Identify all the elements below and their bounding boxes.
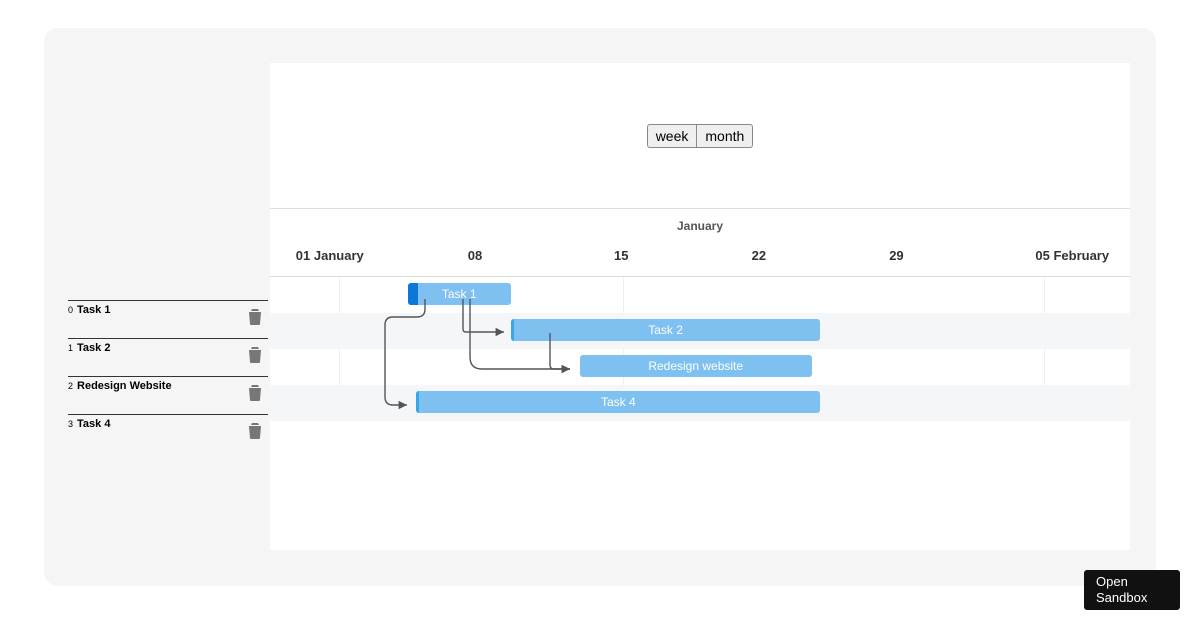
list-item-index: 2 [68,379,77,391]
open-sandbox-line2: Sandbox [1096,590,1168,606]
timeline-tick: 22 [752,248,766,263]
task-bar-task-4[interactable]: Task 4 [416,391,820,413]
trash-icon[interactable] [248,347,262,363]
gantt-row: Task 4 [270,385,1130,421]
task-bar-label: Task 2 [648,323,683,337]
timeline-ticks: 01 January 08 15 22 29 05 February [270,248,1130,268]
task-bar-label: Task 4 [601,395,636,409]
view-switch: week month [647,124,754,148]
task-bar-label: Redesign website [648,359,743,373]
list-item-name: Task 4 [77,417,110,430]
list-item: 3 Task 4 [68,414,268,452]
list-item-name: Task 1 [77,303,110,316]
gantt-chart: January 01 January 08 15 22 29 05 Februa… [270,209,1130,550]
view-week-button[interactable]: week [647,124,698,148]
timeline-tick: 08 [468,248,482,263]
timeline-header: January 01 January 08 15 22 29 05 Februa… [270,209,1130,277]
task-bar-task-2[interactable]: Task 2 [511,319,821,341]
trash-icon[interactable] [248,423,262,439]
list-item-index: 1 [68,341,77,353]
bar-resize-left[interactable] [511,319,514,341]
gantt-row: Task 1 [270,277,1130,313]
view-month-button[interactable]: month [697,124,753,148]
list-item-name: Task 2 [77,341,110,354]
gantt-row: Redesign website [270,349,1130,385]
list-item: 0 Task 1 [68,300,268,338]
trash-icon[interactable] [248,309,262,325]
open-sandbox-button[interactable]: Open Sandbox [1084,570,1180,611]
gantt-row: Task 2 [270,313,1130,349]
timeline-tick: 29 [889,248,903,263]
list-item: 2 Redesign Website [68,376,268,414]
timeline-tick: 01 January [296,248,364,263]
task-bar-task-1[interactable]: Task 1 [408,283,511,305]
timeline-month-label: January [270,209,1130,233]
list-item-index: 0 [68,303,77,315]
list-item-index: 3 [68,417,77,429]
task-list: 0 Task 1 1 Task 2 2 Redesign Website 3 T… [68,300,268,452]
task-bar-redesign-website[interactable]: Redesign website [580,355,812,377]
timeline-tick: 05 February [1035,248,1109,263]
timeline-tick: 15 [614,248,628,263]
gantt-rows: Task 1 Task 2 Redesign website Task 4 [270,277,1130,421]
controls-panel: week month [270,63,1130,209]
task-bar-label: Task 1 [442,287,477,301]
trash-icon[interactable] [248,385,262,401]
list-item: 1 Task 2 [68,338,268,376]
task-progress[interactable] [408,283,418,305]
open-sandbox-line1: Open [1096,574,1168,590]
bar-resize-left[interactable] [416,391,419,413]
list-item-name: Redesign Website [77,379,172,392]
